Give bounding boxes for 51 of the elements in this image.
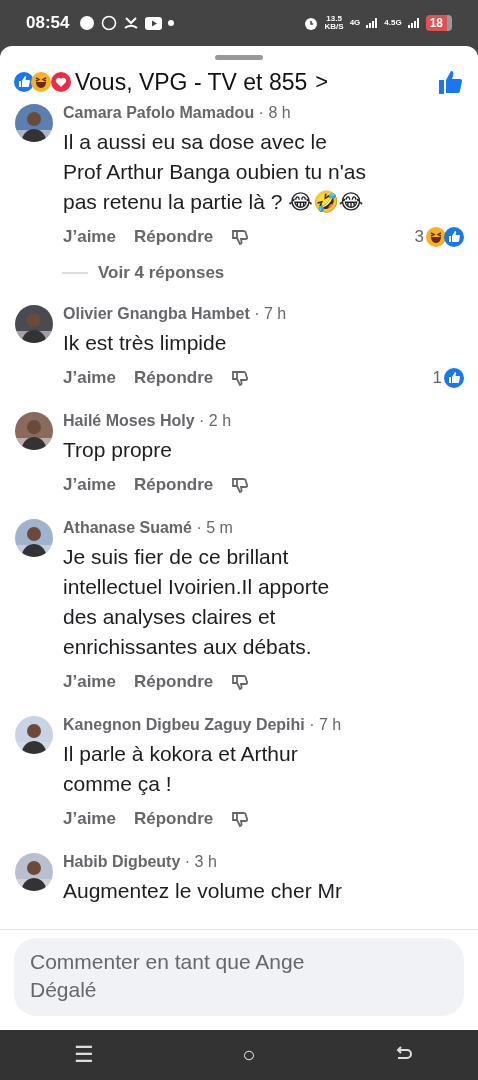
missed-call-icon	[123, 15, 140, 31]
comment-text: Il parle à kokora et Arthur comme ça !	[63, 741, 299, 797]
dislike-icon[interactable]	[231, 810, 250, 828]
signal-icon	[407, 18, 420, 28]
home-button[interactable]: ○	[232, 1042, 266, 1068]
like-button[interactable]: J’aime	[63, 227, 116, 247]
reactions-summary[interactable]: Vous, VPG - TV et 855	[75, 68, 308, 96]
reply-button[interactable]: Répondre	[133, 672, 214, 692]
comment-text: Augmentez le volume cher Mr	[63, 878, 343, 904]
reaction-count[interactable]: 3	[414, 227, 424, 247]
heart-reaction-icon	[51, 72, 71, 92]
menu-button[interactable]: ☰	[64, 1042, 105, 1068]
comment-author[interactable]: Camara Pafolo Mamadou · 8 h	[63, 104, 464, 122]
comment-text: Je suis fier de ce brillant intellectuel Ivoirien.Il apporte des analyses claires et enrichissantes aux débats.	[63, 544, 331, 660]
comment-author[interactable]: Hailé Moses Holy · 2 h	[63, 412, 464, 430]
dot-icon	[168, 20, 175, 26]
comment-text: Ik est très limpide	[63, 330, 228, 356]
view-replies-link[interactable]: Voir 4 réponses	[98, 263, 225, 283]
battery-level: 18	[425, 15, 452, 31]
network-type: 4.5G	[384, 19, 402, 27]
chevron[interactable]: >	[315, 69, 329, 95]
reply-button[interactable]: Répondre	[133, 227, 214, 247]
signal-icon	[366, 18, 379, 28]
dislike-icon[interactable]	[231, 476, 250, 494]
reply-button[interactable]: Répondre	[133, 475, 214, 495]
reply-button[interactable]: Répondre	[133, 368, 214, 388]
comment-author[interactable]: Habib Digbeuty · 3 h	[63, 853, 464, 871]
comment-text: Il a aussi eu sa dose avec le Prof Arthur Banga oubien tu n'as pas retenu la partie là ? 😂🤣😂	[63, 129, 367, 215]
clock-time: 08:54	[26, 13, 70, 33]
like-reaction-icon	[14, 72, 34, 92]
laughing-reaction-icon	[31, 72, 51, 92]
like-button[interactable]: J’aime	[63, 368, 116, 388]
comment-author[interactable]: Athanase Suamé · 5 m	[63, 519, 464, 537]
play-icon	[145, 16, 163, 30]
reaction-count[interactable]: 1	[432, 368, 442, 388]
drag-handle[interactable]	[215, 55, 263, 60]
dislike-icon[interactable]	[231, 228, 250, 246]
comment-text: Trop propre	[63, 437, 173, 463]
like-button[interactable]: J’aime	[63, 672, 116, 692]
comment-field[interactable]: Commenter en tant que Ange Dégalé	[14, 938, 464, 1016]
like-button[interactable]: J’aime	[63, 809, 116, 829]
dislike-icon[interactable]	[231, 673, 250, 691]
alarm-icon	[302, 15, 319, 31]
dislike-icon[interactable]	[231, 369, 250, 387]
comment-author[interactable]: Olivier Gnangba Hambet · 7 h	[63, 305, 464, 323]
network-type: 4G	[349, 19, 361, 27]
thumbs-up-icon[interactable]	[438, 69, 464, 95]
reply-button[interactable]: Répondre	[133, 809, 214, 829]
comment-author[interactable]: Kanegnon Digbeu Zaguy Depihi · 7 h	[63, 716, 464, 734]
network-speed: 13.5 KB/S	[324, 15, 344, 31]
like-button[interactable]: J’aime	[63, 475, 116, 495]
